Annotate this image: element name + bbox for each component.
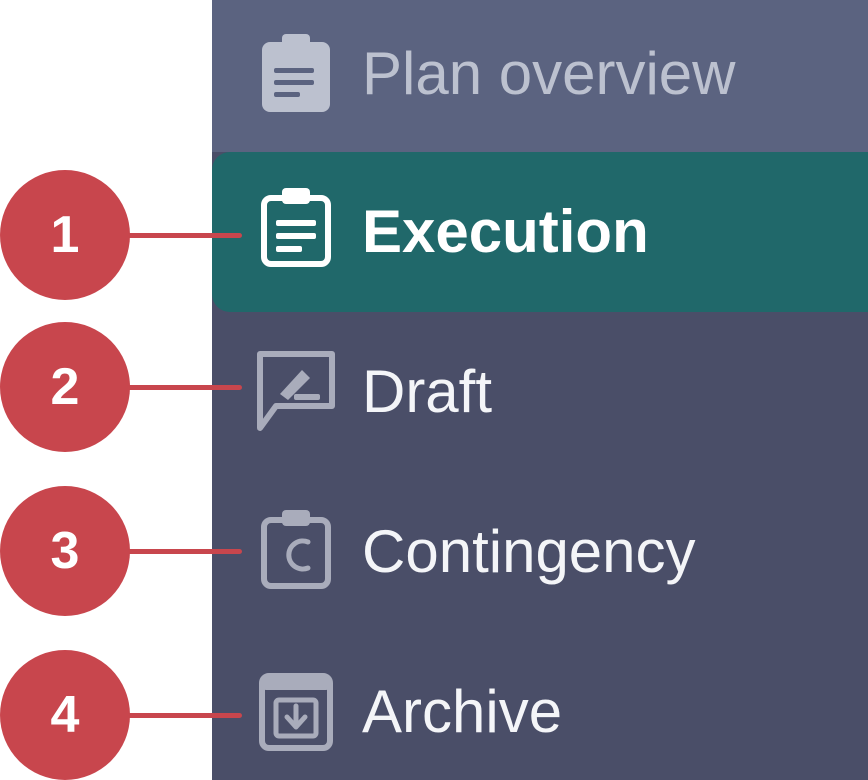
sidebar-item-label: Draft bbox=[362, 358, 493, 425]
callout-connector bbox=[120, 233, 242, 238]
sidebar-item-label: Archive bbox=[362, 678, 563, 745]
sidebar-item-contingency[interactable]: Contingency bbox=[212, 472, 868, 632]
archive-icon bbox=[254, 670, 338, 754]
sidebar-item-execution[interactable]: Execution bbox=[212, 152, 868, 312]
clipboard-icon bbox=[254, 32, 338, 116]
header-title: Plan overview bbox=[362, 40, 736, 107]
callout-connector bbox=[120, 713, 242, 718]
sidebar-item-label: Contingency bbox=[362, 518, 696, 585]
callout-marker-2: 2 bbox=[0, 322, 250, 454]
sidebar-item-draft[interactable]: Draft bbox=[212, 312, 868, 472]
sidebar-item-label: Execution bbox=[362, 198, 649, 265]
callout-number: 4 bbox=[0, 650, 130, 780]
sidebar-header[interactable]: Plan overview bbox=[212, 0, 868, 152]
callout-marker-3: 3 bbox=[0, 486, 250, 618]
callout-marker-4: 4 bbox=[0, 650, 250, 780]
callout-number: 2 bbox=[0, 322, 130, 452]
sidebar: Plan overview Execution Draft Contingenc… bbox=[212, 0, 868, 780]
callout-number: 3 bbox=[0, 486, 130, 616]
callout-number: 1 bbox=[0, 170, 130, 300]
draft-comment-icon bbox=[254, 348, 338, 432]
screenshot-canvas: Plan overview Execution Draft Contingenc… bbox=[0, 0, 868, 780]
callout-marker-1: 1 bbox=[0, 170, 250, 302]
callout-connector bbox=[120, 385, 242, 390]
callout-connector bbox=[120, 549, 242, 554]
sidebar-item-archive[interactable]: Archive bbox=[212, 632, 868, 780]
clipboard-list-icon bbox=[254, 186, 338, 270]
clipboard-c-icon bbox=[254, 508, 338, 592]
